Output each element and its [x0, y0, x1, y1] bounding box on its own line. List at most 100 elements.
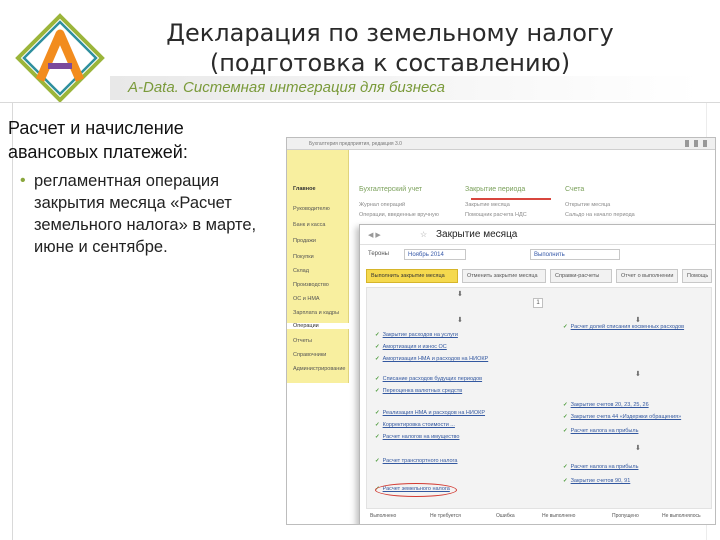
sidebar-item-assets[interactable]: ОС и НМА	[293, 296, 320, 302]
bg-link-month-close[interactable]: Закрытие месяца	[465, 202, 510, 208]
sidebar-item-catalogs[interactable]: Справочники	[293, 352, 326, 358]
list-item[interactable]: ✓ Расчет транспортного налога	[375, 458, 458, 464]
sidebar-item-warehouse[interactable]: Склад	[293, 268, 309, 274]
list-item[interactable]: ✓ Закрытие счета 44 «Издержки обращения»	[563, 414, 681, 420]
list-item[interactable]: ✓ Расчет долей списания косвенных расходо…	[563, 324, 684, 330]
organization-select[interactable]: Выполнить	[530, 249, 620, 260]
list-item[interactable]: ✓ Реализация НМА и расходов на НИОКР	[375, 410, 485, 416]
sidebar-item-production[interactable]: Производство	[293, 282, 329, 288]
tab-cancel-close[interactable]: Отменить закрытие месяца	[462, 269, 546, 283]
sidebar-item-admin[interactable]: Администрирование	[293, 366, 345, 372]
sidebar-item-operations[interactable]: Операции	[287, 323, 349, 329]
operations-list: 1 ⬇ ⬇ ⬇ ⬇ ⬇ ✓ Закрытие расходов на услуги…	[366, 287, 712, 509]
org-label: Тероны	[368, 251, 389, 257]
list-item[interactable]: ✓ Закрытие счетов 20, 23, 25, 26	[563, 402, 649, 408]
tab-execution-report[interactable]: Отчет о выполнении	[616, 269, 678, 283]
legend-not-required: Не требуется	[430, 513, 461, 519]
list-item[interactable]: ✓ Амортизация и износ ОС	[375, 344, 447, 350]
legend-not-run: Не выполнялось	[662, 513, 701, 519]
bg-link-month-open[interactable]: Открытие месяца	[565, 202, 610, 208]
window-controls-icon[interactable]	[685, 140, 711, 147]
operation-link[interactable]: Расчет налога на прибыль	[571, 464, 639, 470]
legend-done: Выполнено	[370, 513, 397, 519]
operation-link[interactable]: Закрытие счетов 90, 91	[571, 478, 631, 484]
period-input[interactable]: Ноябрь 2014	[404, 249, 466, 260]
list-item[interactable]: ✓ Списание расходов будущих периодов	[375, 376, 482, 382]
bullet-item: • регламентная операция закрытия месяца …	[8, 170, 288, 258]
check-icon: ✓	[563, 464, 568, 470]
app-titlebar: Бухгалтерия предприятия, редакция 3.0	[287, 138, 715, 150]
list-item[interactable]: ✓ Закрытие расходов на услуги	[375, 332, 458, 338]
sidebar-item-main[interactable]: Главное	[293, 186, 316, 192]
operation-link[interactable]: Амортизация и износ ОС	[383, 344, 447, 350]
operation-link[interactable]: Закрытие счета 44 «Издержки обращения»	[571, 414, 682, 420]
check-icon: ✓	[563, 402, 568, 408]
app-sidebar: Главное Руководителю Банк и касса Продаж…	[287, 150, 349, 383]
list-item[interactable]: ✓ Амортизация НМА и расходов на НИОКР	[375, 356, 488, 362]
step-number-badge: 1	[533, 298, 543, 308]
nav-arrows-icon[interactable]: ◀ ▶	[368, 231, 381, 239]
bg-link-journal[interactable]: Журнал операций	[359, 202, 405, 208]
check-icon: ✓	[375, 388, 380, 394]
month-close-highlight-underline	[471, 198, 551, 200]
bg-link-vat-helper[interactable]: Помощник расчета НДС	[465, 212, 527, 218]
tab-reports[interactable]: Справки-расчеты	[550, 269, 612, 283]
operation-link[interactable]: Расчет транспортного налога	[383, 458, 458, 464]
legend-skipped: Пропущено	[612, 513, 639, 519]
list-item[interactable]: ✓ Расчет налогов на имущество	[375, 434, 459, 440]
check-icon: ✓	[563, 324, 568, 330]
operation-link[interactable]: Переоценка валютных средств	[383, 388, 463, 394]
app-window-title: Бухгалтерия предприятия, редакция 3.0	[309, 141, 402, 147]
check-icon: ✓	[375, 332, 380, 338]
operation-link[interactable]: Реализация НМА и расходов на НИОКР	[383, 410, 485, 416]
list-item[interactable]: ✓ Корректировка стоимости ...	[375, 422, 455, 428]
operation-link[interactable]: Закрытие счетов 20, 23, 25, 26	[571, 402, 649, 408]
check-icon: ✓	[563, 414, 568, 420]
list-item[interactable]: ✓ Расчет налога на прибыль	[563, 428, 638, 434]
sidebar-item-sales[interactable]: Продажи	[293, 238, 316, 244]
list-item[interactable]: ✓ Закрытие счетов 90, 91	[563, 478, 630, 484]
legend-not-done: Не выполнено	[542, 513, 576, 519]
tab-perform-close[interactable]: Выполнить закрытие месяца	[366, 269, 458, 283]
operation-link[interactable]: Списание расходов будущих периодов	[383, 376, 482, 382]
arrow-down-icon: ⬇	[635, 317, 641, 324]
left-text-block: Расчет и начисление авансовых платежей: …	[8, 116, 288, 258]
bg-section-period-close: Закрытие периода	[465, 186, 526, 193]
list-item[interactable]: ✓ Расчет налога на прибыль	[563, 464, 638, 470]
bg-section-accounts: Счета	[565, 186, 585, 193]
section-heading-line1: Расчет и начисление	[8, 118, 184, 138]
operation-link[interactable]: Расчет долей списания косвенных расходов	[571, 324, 684, 330]
sidebar-item-salary[interactable]: Зарплата и кадры	[293, 310, 339, 316]
operation-link[interactable]: Амортизация НМА и расходов на НИОКР	[383, 356, 489, 362]
bullet-dot-icon: •	[20, 172, 26, 189]
operation-link[interactable]: Расчет налогов на имущество	[383, 434, 460, 440]
section-heading: Расчет и начисление авансовых платежей:	[8, 116, 288, 164]
favorite-star-icon[interactable]: ☆	[420, 230, 427, 239]
operation-link[interactable]: Расчет налога на прибыль	[571, 428, 639, 434]
bg-link-opening-balance[interactable]: Сальдо на начало периода	[565, 212, 635, 218]
dialog-titlebar: ◀ ▶ ☆ Закрытие месяца	[360, 225, 715, 245]
bg-link-manual-ops[interactable]: Операции, введенные вручную	[359, 212, 439, 218]
arrow-down-icon: ⬇	[457, 291, 463, 298]
status-legend: Выполнено Не требуется Ошибка Не выполне…	[366, 511, 712, 523]
check-icon: ✓	[375, 410, 380, 416]
dialog-title: Закрытие месяца	[436, 229, 518, 240]
sidebar-item-reports[interactable]: Отчеты	[293, 338, 312, 344]
arrow-down-icon: ⬇	[635, 445, 641, 452]
sidebar-item-bank[interactable]: Банк и касса	[293, 222, 325, 228]
sidebar-item-director[interactable]: Руководителю	[293, 206, 330, 212]
list-item[interactable]: ✓ Переоценка валютных средств	[375, 388, 462, 394]
tab-help[interactable]: Помощь	[682, 269, 712, 283]
check-icon: ✓	[563, 428, 568, 434]
brand-tagline: A-Data. Системная интеграция для бизнеса	[128, 79, 445, 96]
check-icon: ✓	[375, 376, 380, 382]
land-tax-highlight-circle	[375, 483, 457, 497]
check-icon: ✓	[375, 422, 380, 428]
slide-title-line1: Декларация по земельному налогу	[166, 19, 614, 47]
arrow-down-icon: ⬇	[457, 317, 463, 324]
sidebar-item-purchases[interactable]: Покупки	[293, 254, 314, 260]
bullet-text: регламентная операция закрытия месяца «Р…	[34, 172, 257, 256]
legend-error: Ошибка	[496, 513, 515, 519]
operation-link[interactable]: Корректировка стоимости ...	[383, 422, 455, 428]
operation-link[interactable]: Закрытие расходов на услуги	[383, 332, 458, 338]
